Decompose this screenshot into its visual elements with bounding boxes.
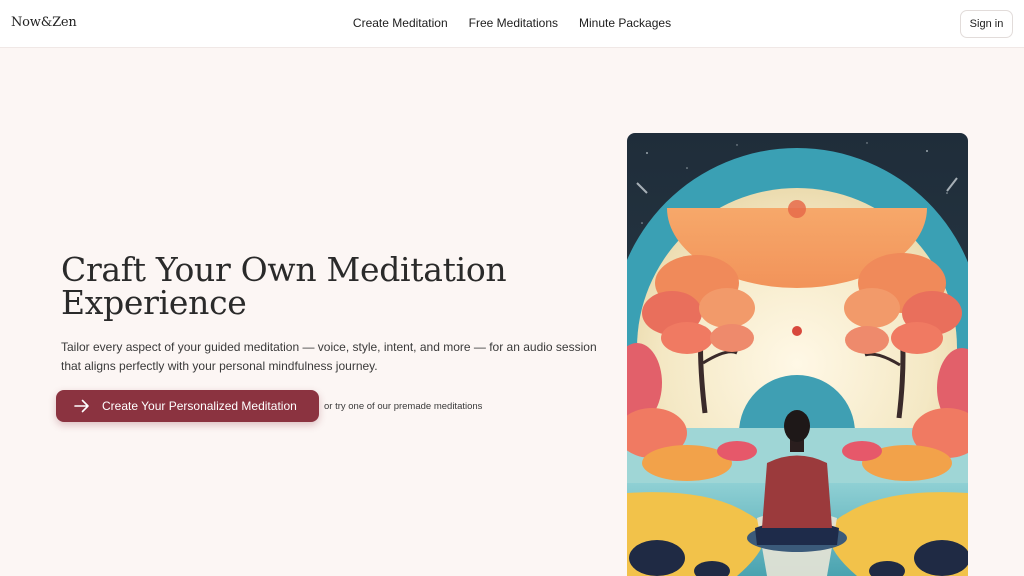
top-navbar: Now&Zen Create Meditation Free Meditatio… <box>0 0 1024 48</box>
hero-illustration <box>627 133 968 576</box>
hero-subtitle: Tailor every aspect of your guided medit… <box>61 338 606 376</box>
main-nav: Create Meditation Free Meditations Minut… <box>0 16 1024 30</box>
arrow-right-icon <box>74 399 89 413</box>
meditation-illustration <box>627 133 968 576</box>
hero-title: Craft Your Own Meditation Experience <box>61 253 581 319</box>
hero-title-line-2: Experience <box>61 283 247 322</box>
nav-free-meditations[interactable]: Free Meditations <box>469 16 558 30</box>
nav-minute-packages[interactable]: Minute Packages <box>579 16 671 30</box>
nav-create-meditation[interactable]: Create Meditation <box>353 16 448 30</box>
hero-subtitle-line-1: Tailor every aspect of your guided medit… <box>61 340 597 354</box>
create-meditation-button[interactable]: Create Your Personalized Meditation <box>56 390 319 422</box>
sign-in-button[interactable]: Sign in <box>960 10 1013 38</box>
premade-meditations-link[interactable]: or try one of our premade meditations <box>324 401 482 412</box>
create-meditation-label: Create Your Personalized Meditation <box>102 399 297 413</box>
hero-subtitle-line-2: that aligns perfectly with your personal… <box>61 359 378 373</box>
